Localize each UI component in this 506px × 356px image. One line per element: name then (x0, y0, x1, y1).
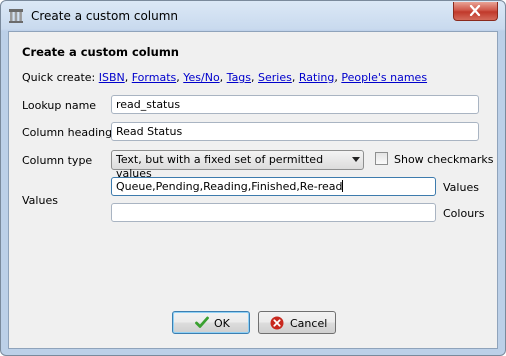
quick-create-label: Quick create: (22, 71, 96, 84)
chevron-down-icon (352, 157, 360, 162)
show-checkmarks-label[interactable]: Show checkmarks (394, 153, 493, 166)
quick-create-yesno-link[interactable]: Yes/No (183, 71, 219, 84)
column-heading-input[interactable]: Read Status (111, 122, 479, 141)
colours-input[interactable] (111, 203, 436, 222)
ok-button-label: OK (214, 317, 230, 330)
values-row-label: Values (22, 194, 58, 207)
lookup-name-input[interactable]: read_status (111, 95, 479, 114)
column-heading-label: Column heading (22, 126, 113, 139)
title-bar[interactable]: Create a custom column (1, 1, 505, 31)
close-icon (469, 5, 481, 16)
text-cursor (342, 180, 344, 192)
dialog-body: Create a custom column Quick create: ISB… (8, 31, 498, 349)
close-button[interactable] (453, 2, 498, 21)
cancel-button[interactable]: Cancel (258, 311, 336, 334)
dialog-heading: Create a custom column (22, 45, 179, 59)
values-input[interactable]: Queue,Pending,Reading,Finished,Re-read (111, 177, 436, 196)
values-side-label: Values (443, 181, 479, 194)
column-type-select[interactable]: Text, but with a fixed set of permitted … (111, 150, 364, 180)
ok-button[interactable]: OK (172, 311, 250, 334)
checkmark-icon (195, 316, 209, 332)
lookup-name-label: Lookup name (22, 99, 97, 112)
column-type-selected-value: Text, but with a fixed set of permitted … (116, 153, 324, 180)
quick-create-tags-link[interactable]: Tags (227, 71, 251, 84)
quick-create-formats-link[interactable]: Formats (132, 71, 177, 84)
show-checkmarks-checkbox[interactable] (375, 152, 388, 165)
window-title: Create a custom column (31, 9, 179, 23)
cancel-icon (270, 316, 284, 333)
library-columns-icon (8, 8, 24, 24)
quick-create-row: Quick create: ISBN, Formats, Yes/No, Tag… (22, 71, 428, 84)
quick-create-rating-link[interactable]: Rating (299, 71, 334, 84)
quick-create-series-link[interactable]: Series (258, 71, 292, 84)
dialog-window: Create a custom column Create a custom c… (0, 0, 506, 356)
colours-side-label: Colours (443, 207, 485, 220)
column-type-label: Column type (22, 154, 93, 167)
quick-create-peoples-names-link[interactable]: People's names (341, 71, 427, 84)
cancel-button-label: Cancel (290, 317, 328, 330)
quick-create-isbn-link[interactable]: ISBN (99, 71, 125, 84)
